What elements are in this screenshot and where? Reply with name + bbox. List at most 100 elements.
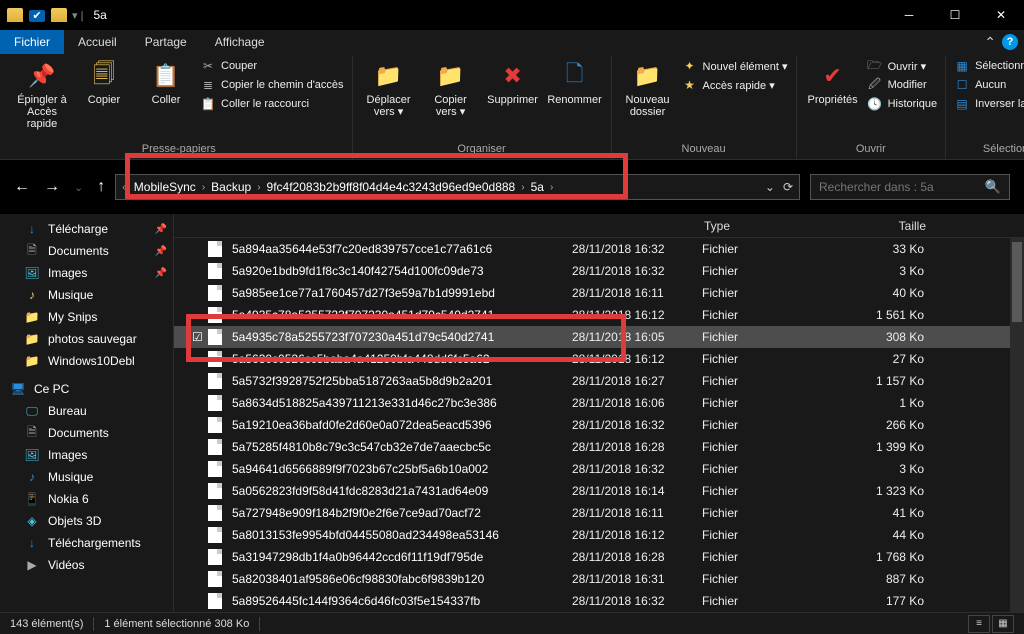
table-row[interactable]: ☑ 5a5630c0526cc5baba4a41250bfa448dd6fc5a… xyxy=(174,348,1024,370)
close-button[interactable]: ✕ xyxy=(978,0,1024,30)
table-row[interactable]: ☑ 5a4935c78a5255723f707230a451d79c540d27… xyxy=(174,326,1024,348)
maximize-button[interactable]: ☐ xyxy=(932,0,978,30)
sidebar-pc-header[interactable]: 🖥Ce PC xyxy=(0,378,173,400)
select-all-button[interactable]: ▦Sélectionner tout xyxy=(954,58,1024,74)
table-row[interactable]: ☑ 5a89526445fc144f9364c6d46fc03f5e154337… xyxy=(174,590,1024,612)
up-button[interactable]: ↑ xyxy=(97,178,105,196)
tab-view[interactable]: Affichage xyxy=(201,30,279,54)
file-icon xyxy=(208,395,224,411)
sidebar-item[interactable]: ♪Musique xyxy=(0,284,173,306)
table-row[interactable]: ☑ 5a985ee1ce77a1760457d27f3e59a7b1d9991e… xyxy=(174,282,1024,304)
table-row[interactable]: ☑ 5a31947298db1f4a0b96442ccd6f11f19df795… xyxy=(174,546,1024,568)
sidebar-item[interactable]: ↓Téléchargements xyxy=(0,532,173,554)
table-row[interactable]: ☑ 5a4935c78a5255723f707230a451d79c540d27… xyxy=(174,304,1024,326)
pin-icon: 📌 xyxy=(155,224,167,235)
table-row[interactable]: ☑ 5a94641d6566889f9f7023b67c25bf5a6b10a0… xyxy=(174,458,1024,480)
open-button[interactable]: 🗁Ouvrir ▾ xyxy=(867,58,938,74)
sidebar-item[interactable]: ↓Télécharge📌 xyxy=(0,218,173,240)
view-details-button[interactable]: ≡ xyxy=(968,615,990,633)
chevron-right-icon: › xyxy=(550,182,553,193)
file-name: 5a0562823fd9f58d41fdc8283d21a7431ad64e09 xyxy=(232,484,572,498)
sidebar-item[interactable]: 📁My Snips xyxy=(0,306,173,328)
move-to-button[interactable]: 📁 Déplacer vers ▾ xyxy=(361,56,417,118)
breadcrumb-item[interactable]: 9fc4f2083b2b9ff8f04d4e4c3243d96ed9e0d888 xyxy=(267,180,516,194)
tab-file[interactable]: Fichier xyxy=(0,30,64,54)
properties-button[interactable]: ✔ Propriétés xyxy=(805,56,861,106)
sidebar-item[interactable]: 🖵Bureau xyxy=(0,400,173,422)
table-row[interactable]: ☑ 5a8013153fe9954bfd04455080ad234498ea53… xyxy=(174,524,1024,546)
help-icon[interactable]: ? xyxy=(1002,34,1018,50)
sidebar-item-label: Musique xyxy=(48,288,93,302)
search-box[interactable]: 🔍 xyxy=(810,174,1010,200)
sidebar-item[interactable]: 📁photos sauvegar xyxy=(0,328,173,350)
sidebar-item[interactable]: ▶Vidéos xyxy=(0,554,173,576)
scrollbar-thumb[interactable] xyxy=(1012,242,1022,322)
sidebar-item[interactable]: 🗎Documents xyxy=(0,422,173,444)
file-size: 1 323 Ko xyxy=(832,484,942,498)
file-name: 5a31947298db1f4a0b96442ccd6f11f19df795de xyxy=(232,550,572,564)
breadcrumb-item[interactable]: MobileSync xyxy=(134,180,196,194)
table-row[interactable]: ☑ 5a5732f3928752f25bba5187263aa5b8d9b2a2… xyxy=(174,370,1024,392)
table-row[interactable]: ☑ 5a19210ea36bafd0fe2d60e0a072dea5eacd53… xyxy=(174,414,1024,436)
breadcrumb-item[interactable]: 5a xyxy=(531,180,544,194)
pin-button[interactable]: 📌 Épingler à Accès rapide xyxy=(14,56,70,130)
sidebar-item[interactable]: ♪Musique xyxy=(0,466,173,488)
paste-shortcut-button[interactable]: 📋Coller le raccourci xyxy=(200,96,344,112)
edit-button[interactable]: 🖉Modifier xyxy=(867,77,938,93)
navigation-pane[interactable]: ↓Télécharge📌🗎Documents📌🖼Images📌♪Musique📁… xyxy=(0,214,174,614)
table-row[interactable]: ☑ 5a8634d518825a439711213e331d46c27bc3e3… xyxy=(174,392,1024,414)
table-row[interactable]: ☑ 5a0562823fd9f58d41fdc8283d21a7431ad64e… xyxy=(174,480,1024,502)
new-item-button[interactable]: ✦Nouvel élément ▾ xyxy=(682,58,788,74)
rename-button[interactable]: 🗋 Renommer xyxy=(547,56,603,106)
paste-button[interactable]: 📋 Coller xyxy=(138,56,194,106)
sidebar-item-icon: 🗎 xyxy=(24,425,40,441)
scrollbar[interactable] xyxy=(1010,238,1024,614)
tab-share[interactable]: Partage xyxy=(131,30,201,54)
refresh-icon[interactable]: ⟳ xyxy=(783,180,793,194)
copy-button[interactable]: 🗐 Copier xyxy=(76,56,132,106)
sidebar-item[interactable]: 🖼Images📌 xyxy=(0,262,173,284)
breadcrumb-item[interactable]: Backup xyxy=(211,180,251,194)
copy-path-button[interactable]: ≣Copier le chemin d'accès xyxy=(200,77,344,93)
sidebar-item-label: My Snips xyxy=(48,310,97,324)
col-size[interactable]: Taille xyxy=(834,219,944,233)
sidebar-item[interactable]: 🗎Documents📌 xyxy=(0,240,173,262)
column-headers[interactable]: Type Taille xyxy=(174,214,1024,238)
recent-dropdown[interactable]: ⌄ xyxy=(74,181,83,194)
sidebar-item[interactable]: ◈Objets 3D xyxy=(0,510,173,532)
forward-button[interactable]: → xyxy=(44,178,60,196)
sidebar-item-icon: 🖼 xyxy=(24,447,40,463)
file-size: 177 Ko xyxy=(832,594,942,608)
view-icons-button[interactable]: ▦ xyxy=(992,615,1014,633)
history-dropdown-icon[interactable]: ⌄ xyxy=(765,180,775,194)
checkbox-icon[interactable]: ☑ xyxy=(192,330,208,344)
search-input[interactable] xyxy=(819,180,985,194)
sidebar-item[interactable]: 📁Windows10Debl xyxy=(0,350,173,372)
file-size: 33 Ko xyxy=(832,242,942,256)
minimize-button[interactable]: ─ xyxy=(886,0,932,30)
col-type[interactable]: Type xyxy=(704,219,834,233)
invert-selection-button[interactable]: ▤Inverser la sélection xyxy=(954,96,1024,112)
file-date: 28/11/2018 16:32 xyxy=(572,242,702,256)
table-row[interactable]: ☑ 5a920e1bdb9fd1f8c3c140f42754d100fc09de… xyxy=(174,260,1024,282)
new-folder-button[interactable]: 📁 Nouveau dossier xyxy=(620,56,676,118)
delete-button[interactable]: ✖ Supprimer xyxy=(485,56,541,106)
cut-button[interactable]: ✂Couper xyxy=(200,58,344,74)
table-row[interactable]: ☑ 5a727948e909f184b2f9f0e2f6e7ce9ad70acf… xyxy=(174,502,1024,524)
quick-access-button[interactable]: ★Accès rapide ▾ xyxy=(682,77,788,93)
collapse-ribbon-icon[interactable]: ⌃ xyxy=(984,34,996,51)
table-row[interactable]: ☑ 5a75285f4810b8c79c3c547cb32e7de7aaecbc… xyxy=(174,436,1024,458)
sidebar-item[interactable]: 🖼Images xyxy=(0,444,173,466)
tab-home[interactable]: Accueil xyxy=(64,30,131,54)
copy-to-button[interactable]: 📁 Copier vers ▾ xyxy=(423,56,479,118)
sidebar-item-icon: 📱 xyxy=(24,491,40,507)
file-size: 308 Ko xyxy=(832,330,942,344)
search-icon: 🔍 xyxy=(985,179,1001,195)
table-row[interactable]: ☑ 5a894aa35644e53f7c20ed839757cce1c77a61… xyxy=(174,238,1024,260)
table-row[interactable]: ☑ 5a82038401af9586e06cf98830fabc6f9839b1… xyxy=(174,568,1024,590)
sidebar-item[interactable]: 📱Nokia 6 xyxy=(0,488,173,510)
select-none-button[interactable]: ☐Aucun xyxy=(954,77,1024,93)
breadcrumb-bar[interactable]: «MobileSync›Backup›9fc4f2083b2b9ff8f04d4… xyxy=(115,174,800,200)
back-button[interactable]: ← xyxy=(14,178,30,196)
history-button[interactable]: 🕓Historique xyxy=(867,96,938,112)
